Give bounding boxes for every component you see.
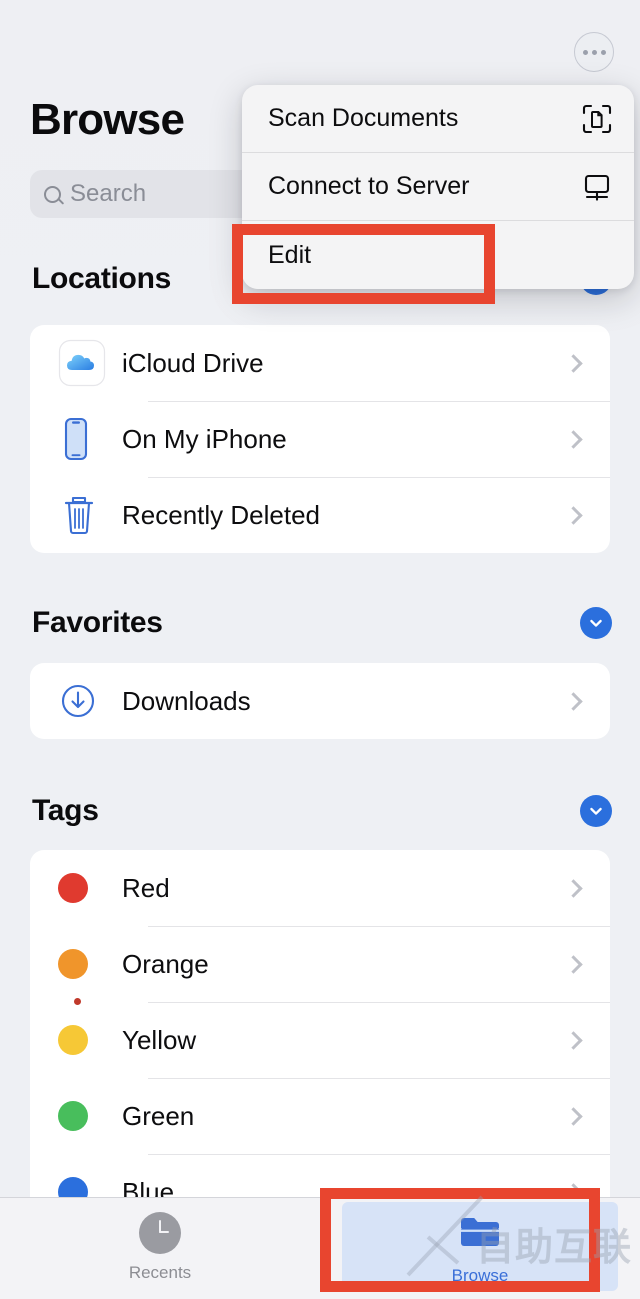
- list-item-tag-red[interactable]: Red: [30, 850, 610, 926]
- section-title: Favorites: [32, 606, 163, 639]
- chevron-right-icon: [564, 691, 583, 711]
- tags-card: Red Orange Yellow Green Blue: [30, 850, 610, 1230]
- list-item-label: Yellow: [122, 1024, 197, 1055]
- trash-icon: [58, 492, 112, 538]
- menu-item-scan-documents[interactable]: Scan Documents: [242, 85, 634, 153]
- tag-dot-icon: [58, 1101, 112, 1131]
- tag-color-swatch: [58, 1101, 88, 1131]
- tag-dot-icon: [58, 1025, 112, 1055]
- tab-recents[interactable]: Recents: [0, 1198, 320, 1299]
- menu-item-edit[interactable]: Edit: [242, 221, 634, 289]
- list-item-label: Downloads: [122, 685, 251, 716]
- search-placeholder: Search: [70, 180, 147, 207]
- section-header-favorites: Favorites: [0, 606, 640, 640]
- clock-icon: [139, 1212, 181, 1254]
- chevron-right-icon: [564, 353, 583, 373]
- chevron-right-icon: [564, 954, 583, 974]
- tag-color-swatch: [58, 949, 88, 979]
- tag-dot-icon: [58, 873, 112, 903]
- tab-bar: Recents Browse: [0, 1197, 640, 1299]
- chevron-down-icon: [590, 619, 602, 627]
- iphone-icon: [58, 416, 112, 462]
- download-circle-icon: [58, 681, 112, 721]
- more-options-button[interactable]: [574, 32, 614, 72]
- menu-item-label: Scan Documents: [268, 104, 459, 132]
- list-item-recently-deleted[interactable]: Recently Deleted: [30, 477, 610, 553]
- section-header-tags: Tags: [0, 794, 640, 828]
- search-icon: [44, 185, 61, 203]
- chevron-right-icon: [564, 429, 583, 449]
- chevron-down-icon: [590, 807, 602, 815]
- list-item-on-my-iphone[interactable]: On My iPhone: [30, 401, 610, 477]
- collapse-button-tags[interactable]: [580, 795, 612, 827]
- list-item-tag-orange[interactable]: Orange: [30, 926, 610, 1002]
- list-item-label: Red: [122, 872, 170, 903]
- tag-color-swatch: [58, 1025, 88, 1055]
- menu-item-label: Connect to Server: [268, 172, 470, 200]
- ellipsis-dot-icon: [582, 49, 588, 55]
- connect-to-server-icon: [582, 172, 612, 202]
- context-menu: Scan Documents Connect to Server Edit: [242, 85, 634, 289]
- tag-dot-icon: [58, 949, 112, 979]
- list-item-label: Recently Deleted: [122, 499, 320, 530]
- favorites-card: Downloads: [30, 663, 610, 739]
- collapse-button-favorites[interactable]: [580, 607, 612, 639]
- list-item-label: Green: [122, 1100, 195, 1131]
- tab-browse[interactable]: Browse: [320, 1198, 640, 1299]
- chevron-right-icon: [564, 1106, 583, 1126]
- files-app-browse-screen: Browse Search Locations iCloud Drive On …: [0, 0, 640, 1299]
- tag-dot-artifact-icon: [74, 998, 81, 1005]
- chevron-right-icon: [564, 1030, 583, 1050]
- list-item-icloud-drive[interactable]: iCloud Drive: [30, 325, 610, 401]
- list-item-tag-green[interactable]: Green: [30, 1078, 610, 1154]
- chevron-right-icon: [564, 505, 583, 525]
- tab-label: Browse: [451, 1266, 509, 1285]
- section-title: Tags: [32, 794, 99, 827]
- list-item-label: Orange: [122, 948, 209, 979]
- list-item-label: iCloud Drive: [122, 347, 264, 378]
- ellipsis-dot-icon: [600, 49, 606, 55]
- list-item-downloads[interactable]: Downloads: [30, 663, 610, 739]
- tab-label: Recents: [128, 1263, 192, 1282]
- list-item-label: On My iPhone: [122, 423, 287, 454]
- ellipsis-dot-icon: [591, 49, 597, 55]
- icloud-drive-icon: [58, 339, 112, 387]
- locations-card: iCloud Drive On My iPhone Recently Delet…: [30, 325, 610, 553]
- folder-icon: [457, 1212, 503, 1257]
- scan-documents-icon: [582, 104, 612, 134]
- menu-item-label: Edit: [268, 240, 312, 269]
- tag-color-swatch: [58, 873, 88, 903]
- list-item-tag-yellow[interactable]: Yellow: [30, 1002, 610, 1078]
- section-title: Locations: [32, 262, 171, 295]
- page-title: Browse: [30, 95, 185, 144]
- menu-item-connect-to-server[interactable]: Connect to Server: [242, 153, 634, 221]
- chevron-right-icon: [564, 878, 583, 898]
